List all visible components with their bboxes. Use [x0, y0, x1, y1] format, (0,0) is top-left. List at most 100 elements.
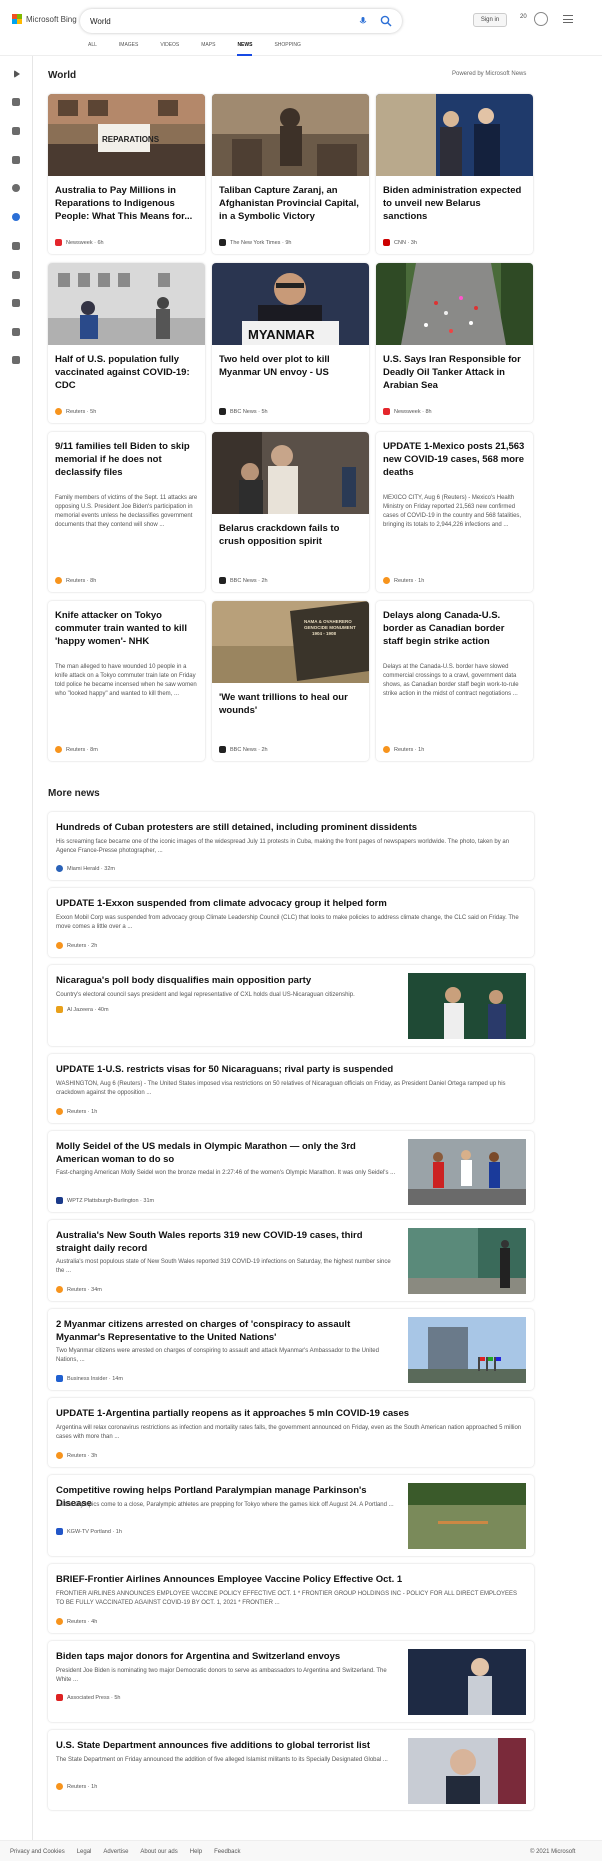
news-card[interactable]: Delays along Canada-U.S. border as Canad… — [376, 601, 533, 761]
more-news-item[interactable]: UPDATE 1-U.S. restricts visas for 50 Nic… — [48, 1054, 534, 1123]
card-title[interactable]: Biden administration expected to unveil … — [383, 184, 526, 223]
world-globe-icon[interactable] — [12, 213, 20, 221]
card-title[interactable]: Delays along Canada-U.S. border as Canad… — [383, 609, 526, 648]
privacy-link[interactable]: Privacy and Cookies — [10, 1849, 65, 1855]
item-summary: Australia's most populous state of New S… — [56, 1259, 391, 1274]
news-card[interactable]: NAMA & OVAHERERO GENOCIDE MONUMENT 1904 … — [212, 601, 369, 761]
hamburger-menu-icon[interactable] — [563, 15, 573, 23]
card-source: CNN · 3h — [383, 239, 417, 246]
card-title[interactable]: Half of U.S. population fully vaccinated… — [55, 353, 198, 392]
feedback-link[interactable]: Feedback — [214, 1849, 240, 1855]
news-card[interactable]: Knife attacker on Tokyo commuter train w… — [48, 601, 205, 761]
news-card[interactable]: REPARATIONS Australia to Pay Millions in… — [48, 94, 205, 254]
money-icon[interactable] — [12, 356, 20, 364]
tab-videos[interactable]: VIDEOS — [160, 40, 179, 56]
more-news-item[interactable]: BRIEF-Frontier Airlines Announces Employ… — [48, 1564, 534, 1633]
news-card[interactable]: Half of U.S. population fully vaccinated… — [48, 263, 205, 423]
wptz-logo-icon — [56, 1197, 63, 1204]
item-title[interactable]: Hundreds of Cuban protesters are still d… — [56, 821, 417, 834]
item-title[interactable]: UPDATE 1-U.S. restricts visas for 50 Nic… — [56, 1063, 393, 1076]
card-source: BBC News · 2h — [219, 746, 268, 753]
card-title[interactable]: Knife attacker on Tokyo commuter train w… — [55, 609, 198, 648]
entertainment-icon[interactable] — [12, 299, 20, 307]
more-news-item[interactable]: Australia's New South Wales reports 319 … — [48, 1220, 534, 1301]
tab-news[interactable]: NEWS — [237, 40, 253, 56]
microphone-icon[interactable] — [358, 16, 368, 26]
card-source: The New York Times · 9h — [219, 239, 291, 246]
more-news-item[interactable]: U.S. State Department announces five add… — [48, 1730, 534, 1810]
more-news-item[interactable]: Biden taps major donors for Argentina an… — [48, 1641, 534, 1722]
item-title[interactable]: 2 Myanmar citizens arrested on charges o… — [56, 1318, 401, 1344]
news-card[interactable]: Biden administration expected to unveil … — [376, 94, 533, 254]
taliban-statue-image — [212, 94, 369, 176]
news-card[interactable]: 9/11 families tell Biden to skip memoria… — [48, 432, 205, 592]
item-summary: Two Myanmar citizens were arrested on ch… — [56, 1348, 379, 1363]
item-title[interactable]: UPDATE 1-Exxon suspended from climate ad… — [56, 897, 387, 910]
about-ads-link[interactable]: About our ads — [140, 1849, 177, 1855]
item-summary: President Joe Biden is nominating two ma… — [56, 1668, 387, 1683]
item-title[interactable]: Australia's New South Wales reports 319 … — [56, 1229, 396, 1255]
tools-icon[interactable] — [12, 127, 20, 135]
tab-maps[interactable]: MAPS — [201, 40, 215, 56]
card-title[interactable]: UPDATE 1-Mexico posts 21,563 new COVID-1… — [383, 440, 526, 479]
rewards-trophy-icon[interactable] — [534, 12, 548, 26]
more-news-item[interactable]: Molly Seidel of the US medals in Olympic… — [48, 1131, 534, 1212]
card-summary: Family members of victims of the Sept. 1… — [55, 495, 198, 528]
card-source: Reuters · 8h — [55, 577, 96, 584]
news-card[interactable]: Belarus crackdown fails to crush opposit… — [212, 432, 369, 592]
search-box[interactable]: World — [80, 9, 402, 33]
more-news-item[interactable]: Competitive rowing helps Portland Paraly… — [48, 1475, 534, 1556]
reuters-logo-icon — [56, 1286, 63, 1293]
section-title-world: World — [48, 70, 77, 81]
legal-link[interactable]: Legal — [77, 1849, 92, 1855]
more-news-item[interactable]: Hundreds of Cuban protesters are still d… — [48, 812, 534, 880]
news-card[interactable]: U.S. Says Iran Responsible for Deadly Oi… — [376, 263, 533, 423]
more-news-item[interactable]: 2 Myanmar citizens arrested on charges o… — [48, 1309, 534, 1390]
politics-building-icon[interactable] — [12, 328, 20, 336]
science-icon[interactable] — [12, 242, 20, 250]
card-title[interactable]: Two held over plot to kill Myanmar UN en… — [219, 353, 362, 379]
card-title[interactable]: 'We want trillions to heal our wounds' — [219, 691, 362, 717]
item-title[interactable]: Nicaragua's poll body disqualifies main … — [56, 974, 401, 987]
search-icon[interactable] — [380, 15, 392, 27]
home-icon[interactable] — [12, 98, 20, 106]
business-insider-logo-icon — [56, 1375, 63, 1382]
flag-icon[interactable] — [12, 156, 20, 164]
bing-logo[interactable]: Microsoft Bing — [12, 14, 77, 24]
card-title[interactable]: Australia to Pay Millions in Reparations… — [55, 184, 198, 223]
card-title[interactable]: Belarus crackdown fails to crush opposit… — [219, 522, 362, 548]
card-title[interactable]: Taliban Capture Zaranj, an Afghanistan P… — [219, 184, 362, 223]
card-title[interactable]: 9/11 families tell Biden to skip memoria… — [55, 440, 198, 479]
item-summary: FRONTIER AIRLINES ANNOUNCES EMPLOYEE VAC… — [56, 1591, 517, 1606]
news-card[interactable]: Taliban Capture Zaranj, an Afghanistan P… — [212, 94, 369, 254]
protest-reparations-image: REPARATIONS — [48, 94, 205, 176]
item-title[interactable]: BRIEF-Frontier Airlines Announces Employ… — [56, 1573, 402, 1586]
myanmar-envoy-image: MYANMAR — [212, 263, 369, 345]
page-footer: Privacy and Cookies Legal Advertise Abou… — [0, 1840, 602, 1861]
search-input[interactable]: World — [90, 17, 358, 26]
location-pin-icon[interactable] — [12, 184, 20, 192]
advertise-link[interactable]: Advertise — [103, 1849, 128, 1855]
item-title[interactable]: U.S. State Department announces five add… — [56, 1739, 401, 1752]
item-title[interactable]: Biden taps major donors for Argentina an… — [56, 1650, 401, 1663]
rewards-count[interactable]: 20 — [520, 14, 527, 20]
bbc-logo-icon — [219, 746, 226, 753]
card-source: Newsweek · 8h — [383, 408, 432, 415]
sign-in-button[interactable]: Sign in — [473, 13, 507, 27]
reuters-logo-icon — [55, 746, 62, 753]
expand-sidebar-icon[interactable] — [14, 70, 20, 78]
more-news-item[interactable]: UPDATE 1-Argentina partially reopens as … — [48, 1398, 534, 1467]
rocket-icon[interactable] — [12, 271, 20, 279]
news-card[interactable]: UPDATE 1-Mexico posts 21,563 new COVID-1… — [376, 432, 533, 592]
more-news-item[interactable]: UPDATE 1-Exxon suspended from climate ad… — [48, 888, 534, 957]
tab-shopping[interactable]: SHOPPING — [274, 40, 300, 56]
news-card[interactable]: MYANMAR Two held over plot to kill Myanm… — [212, 263, 369, 423]
item-title[interactable]: UPDATE 1-Argentina partially reopens as … — [56, 1407, 409, 1420]
tab-all[interactable]: ALL — [88, 40, 97, 56]
card-source: Reuters · 1h — [383, 577, 424, 584]
tab-images[interactable]: IMAGES — [119, 40, 138, 56]
card-title[interactable]: U.S. Says Iran Responsible for Deadly Oi… — [383, 353, 526, 392]
help-link[interactable]: Help — [190, 1849, 202, 1855]
item-title[interactable]: Molly Seidel of the US medals in Olympic… — [56, 1140, 396, 1166]
more-news-item[interactable]: Nicaragua's poll body disqualifies main … — [48, 965, 534, 1046]
